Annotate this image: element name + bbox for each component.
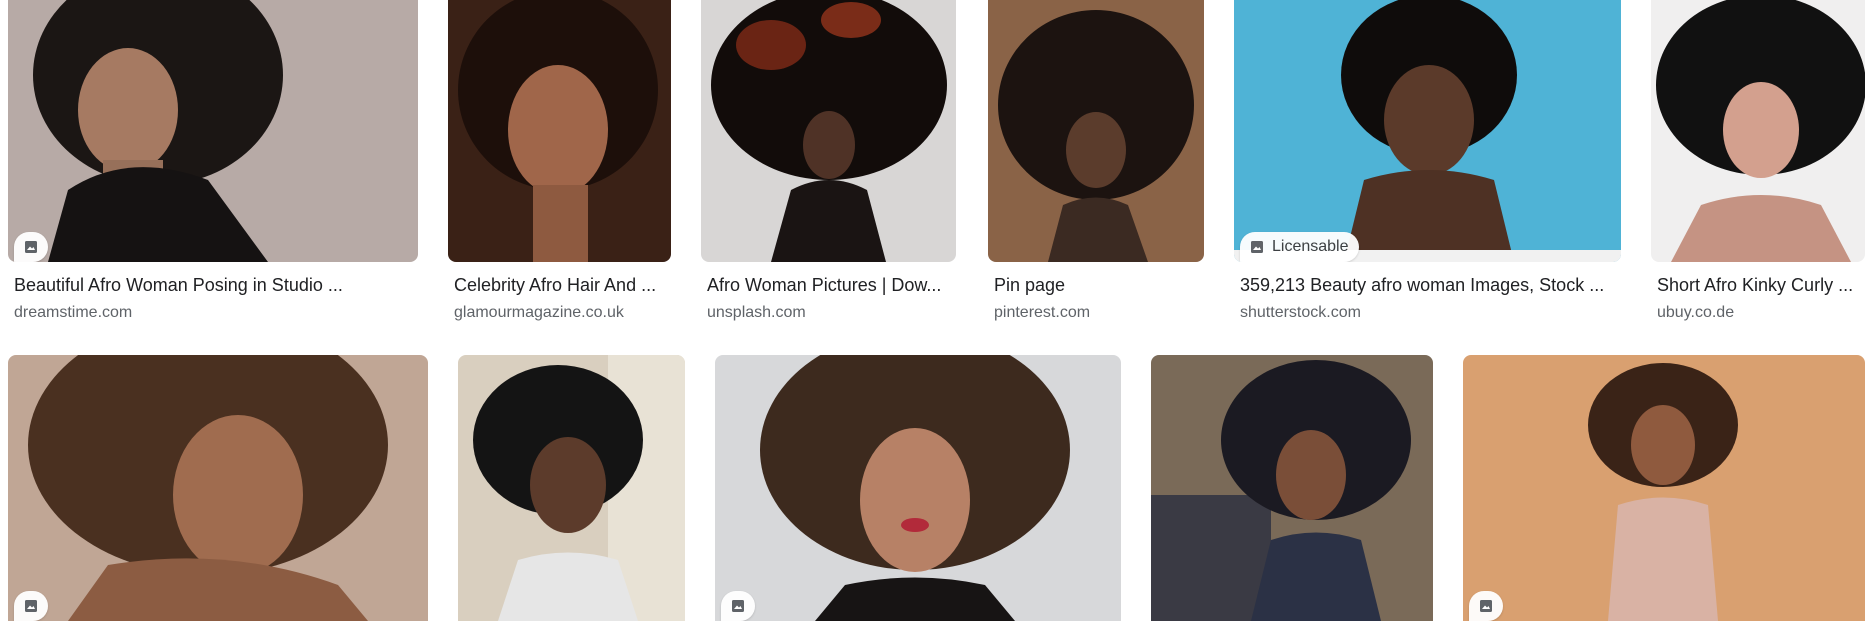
result-thumbnail[interactable]: Licensable: [1234, 0, 1621, 262]
result-thumbnail[interactable]: [701, 0, 956, 262]
photo-afro-woman-orange: [1463, 355, 1865, 621]
result-source[interactable]: glamourmagazine.co.uk: [454, 304, 624, 322]
result-thumbnail[interactable]: [1151, 355, 1433, 621]
photo-afro-woman-studio: [8, 0, 418, 262]
image-icon: [1251, 241, 1263, 253]
result-title[interactable]: Afro Woman Pictures | Dow...: [707, 275, 957, 296]
result-card[interactable]: [715, 355, 1121, 621]
result-card[interactable]: Short Afro Kinky Curly ... ubuy.co.de: [1651, 0, 1865, 330]
image-icon: [1480, 600, 1492, 612]
result-title[interactable]: Short Afro Kinky Curly ...: [1657, 275, 1865, 296]
result-card[interactable]: [8, 355, 428, 621]
photo-afro-woman-outdoors: [458, 355, 685, 621]
result-thumbnail[interactable]: [8, 0, 418, 262]
result-source[interactable]: unsplash.com: [707, 304, 806, 322]
photo-afro-woman-red: [701, 0, 956, 262]
result-card[interactable]: Afro Woman Pictures | Dow... unsplash.co…: [701, 0, 956, 330]
photo-celebrity-afro: [448, 0, 671, 262]
image-badge: [14, 232, 48, 262]
photo-afro-woman-sofa: [1151, 355, 1433, 621]
result-thumbnail[interactable]: [715, 355, 1121, 621]
result-thumbnail[interactable]: [458, 355, 685, 621]
result-card[interactable]: Celebrity Afro Hair And ... glamourmagaz…: [448, 0, 671, 330]
image-icon: [25, 241, 37, 253]
result-card[interactable]: Beautiful Afro Woman Posing in Studio ..…: [8, 0, 418, 330]
result-title[interactable]: Celebrity Afro Hair And ...: [454, 275, 674, 296]
result-card[interactable]: Pin page pinterest.com: [988, 0, 1204, 330]
photo-pin-page: [988, 0, 1204, 262]
photo-beauty-afro-woman: [1234, 0, 1621, 262]
image-badge: [14, 591, 48, 621]
result-card[interactable]: Licensable 359,213 Beauty afro woman Ima…: [1234, 0, 1621, 330]
result-thumbnail[interactable]: [1463, 355, 1865, 621]
licensable-badge[interactable]: Licensable: [1240, 232, 1359, 262]
result-card[interactable]: [1151, 355, 1433, 621]
result-source[interactable]: dreamstime.com: [14, 304, 132, 322]
licensable-label: Licensable: [1272, 238, 1349, 255]
result-source[interactable]: ubuy.co.de: [1657, 304, 1734, 322]
photo-istock-curly-afro: [715, 355, 1121, 621]
result-thumbnail[interactable]: [1651, 0, 1865, 262]
result-title[interactable]: Pin page: [994, 275, 1204, 296]
image-badge: [721, 591, 755, 621]
result-card[interactable]: [1463, 355, 1865, 621]
image-badge: [1469, 591, 1503, 621]
result-thumbnail[interactable]: [8, 355, 428, 621]
result-thumbnail[interactable]: [988, 0, 1204, 262]
result-title[interactable]: Beautiful Afro Woman Posing in Studio ..…: [14, 275, 414, 296]
photo-short-afro-wig: [1651, 0, 1865, 262]
result-card[interactable]: [458, 355, 685, 621]
photo-smiling-afro-woman: [8, 355, 428, 621]
result-source[interactable]: pinterest.com: [994, 304, 1090, 322]
image-icon: [732, 600, 744, 612]
result-source[interactable]: shutterstock.com: [1240, 304, 1361, 322]
image-icon: [25, 600, 37, 612]
result-thumbnail[interactable]: [448, 0, 671, 262]
result-title[interactable]: 359,213 Beauty afro woman Images, Stock …: [1240, 275, 1625, 296]
image-results-grid: Beautiful Afro Woman Posing in Studio ..…: [0, 0, 1865, 621]
